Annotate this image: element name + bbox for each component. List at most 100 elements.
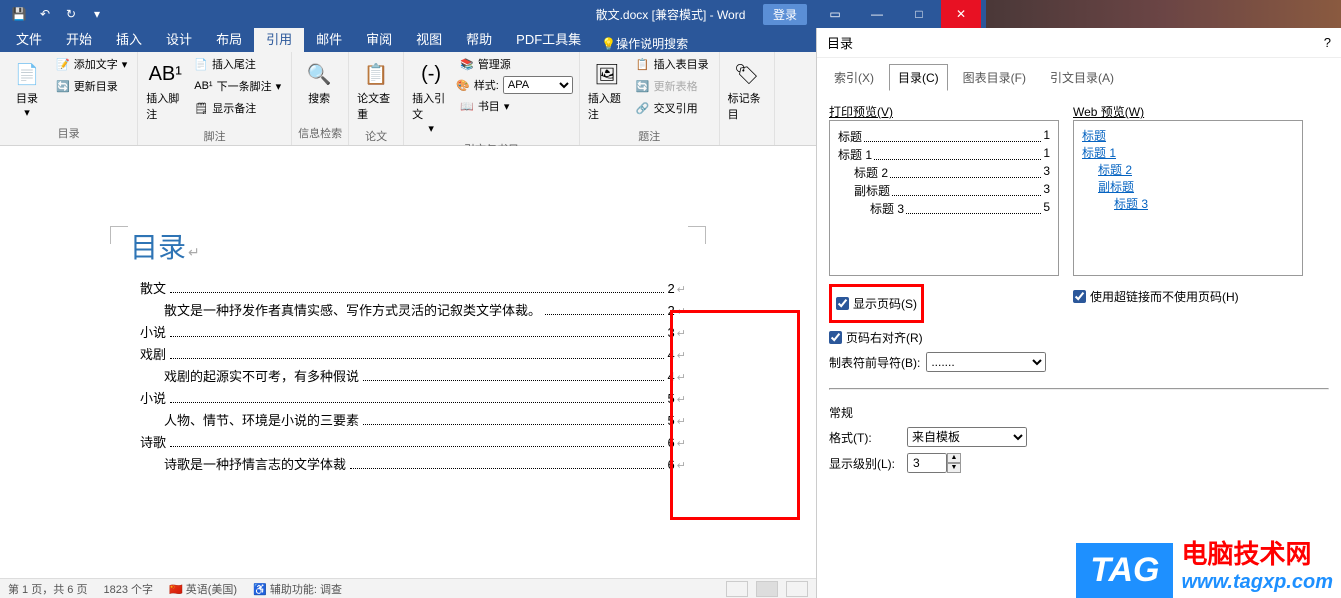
style-icon: 🎨 [456, 79, 470, 92]
format-select[interactable]: 来自模板 [907, 427, 1027, 447]
insert-citation-button[interactable]: (-) 插入引文 ▾ [410, 54, 452, 139]
levels-input[interactable] [907, 453, 947, 473]
right-align-option[interactable]: 页码右对齐(R) [829, 329, 1059, 346]
dtab-index[interactable]: 索引(X) [825, 64, 883, 91]
tab-leader-label: 制表符前导符(B): [829, 354, 920, 371]
document-page: 目录 散文2散文是一种抒发作者真情实感、写作方式灵活的记叙类文学体裁。2小说3戏… [110, 166, 706, 496]
spinner-down-icon[interactable]: ▼ [947, 463, 961, 473]
status-page[interactable]: 第 1 页，共 6 页 [8, 581, 87, 597]
search-button[interactable]: 🔍 搜索 [298, 54, 340, 110]
print-preview-label: 打印预览(V) [829, 103, 1059, 120]
insert-caption-button[interactable]: 🖼 插入题注 [586, 54, 628, 126]
view-print-icon[interactable] [756, 581, 778, 597]
login-button[interactable]: 登录 [763, 4, 807, 25]
group-footnote-label: 脚注 [144, 126, 285, 146]
group-caption-label: 题注 [586, 126, 713, 146]
minimize-icon[interactable]: — [857, 0, 897, 28]
use-hyperlinks-checkbox[interactable] [1073, 290, 1086, 303]
toc-entry: 戏剧4 [130, 344, 686, 363]
dtab-citations[interactable]: 引文目录(A) [1041, 64, 1123, 91]
toc-entry: 戏剧的起源实不可考，有多种假说4 [130, 366, 686, 385]
update-toc-button[interactable]: 🔄更新目录 [52, 76, 131, 96]
spinner-up-icon[interactable]: ▲ [947, 453, 961, 463]
general-section-label: 常规 [829, 404, 1329, 421]
web-preview-label: Web 预览(W) [1073, 103, 1303, 120]
tab-mailings[interactable]: 邮件 [304, 25, 354, 52]
redo-icon[interactable]: ↻ [60, 3, 82, 25]
web-preview-link[interactable]: 标题 1 [1082, 144, 1294, 161]
insert-table-figures-button[interactable]: 📋插入表目录 [632, 54, 713, 74]
dialog-tabs: 索引(X) 目录(C) 图表目录(F) 引文目录(A) [817, 58, 1341, 97]
web-preview-link[interactable]: 标题 3 [1082, 195, 1294, 212]
chevron-down-icon: ▾ [428, 122, 434, 135]
tab-help[interactable]: 帮助 [454, 25, 504, 52]
manage-sources-button[interactable]: 📚管理源 [456, 54, 573, 74]
web-preview-link[interactable]: 标题 [1082, 127, 1294, 144]
cross-reference-button[interactable]: 🔗交叉引用 [632, 98, 713, 118]
tab-review[interactable]: 审阅 [354, 25, 404, 52]
show-notes-button[interactable]: 🗒显示备注 [190, 98, 285, 118]
use-hyperlinks-option[interactable]: 使用超链接而不使用页码(H) [1073, 288, 1303, 305]
dialog-help-button[interactable]: ? [1324, 35, 1331, 50]
print-preview-line: 副标题3 [838, 182, 1050, 199]
status-a11y[interactable]: ♿ 辅助功能: 调查 [253, 581, 342, 597]
tab-layout[interactable]: 布局 [204, 25, 254, 52]
tab-file[interactable]: 文件 [4, 25, 54, 52]
watermark-url: www.tagxp.com [1181, 571, 1333, 594]
manage-sources-icon: 📚 [460, 58, 474, 71]
undo-icon[interactable]: ↶ [34, 3, 56, 25]
similarity-button[interactable]: 📋 论文查重 [355, 54, 397, 126]
toc-dialog: 目录 ? 索引(X) 目录(C) 图表目录(F) 引文目录(A) 打印预览(V)… [816, 28, 1341, 598]
show-page-numbers-option[interactable]: 显示页码(S) [836, 295, 917, 312]
tab-pdf[interactable]: PDF工具集 [504, 25, 593, 52]
levels-label: 显示级别(L): [829, 455, 899, 472]
status-words[interactable]: 1823 个字 [103, 581, 153, 597]
bibliography-button[interactable]: 📖书目 ▾ [456, 96, 573, 116]
toc-button[interactable]: 📄 目录 ▾ [6, 54, 48, 123]
print-preview-box: 标题1标题 11标题 23副标题3标题 35 [829, 120, 1059, 276]
maximize-icon[interactable]: □ [899, 0, 939, 28]
qat-dropdown-icon[interactable]: ▾ [86, 3, 108, 25]
dialog-title: 目录 [827, 33, 853, 52]
view-web-icon[interactable] [786, 581, 808, 597]
tell-me-search[interactable]: 💡 操作说明搜索 [601, 35, 688, 52]
mark-entry-button[interactable]: 🏷 标记条目 [726, 54, 768, 126]
tab-view[interactable]: 视图 [404, 25, 454, 52]
status-lang[interactable]: 🇨🇳 英语(美国) [169, 581, 237, 597]
web-preview-link[interactable]: 标题 2 [1082, 161, 1294, 178]
tab-leader-select[interactable]: ....... [926, 352, 1046, 372]
print-preview-line: 标题 23 [838, 164, 1050, 181]
tab-insert[interactable]: 插入 [104, 25, 154, 52]
levels-spinner[interactable]: ▲ ▼ [907, 453, 961, 473]
view-read-icon[interactable] [726, 581, 748, 597]
format-label: 格式(T): [829, 429, 899, 446]
toc-entry: 散文2 [130, 278, 686, 297]
tab-references[interactable]: 引用 [254, 25, 304, 52]
right-align-checkbox[interactable] [829, 331, 842, 344]
similarity-icon: 📋 [360, 58, 392, 90]
statusbar: 第 1 页，共 6 页 1823 个字 🇨🇳 英语(美国) ♿ 辅助功能: 调查 [0, 578, 816, 598]
cross-ref-icon: 🔗 [636, 102, 650, 115]
save-icon[interactable]: 💾 [8, 3, 30, 25]
close-icon[interactable]: ✕ [941, 0, 981, 28]
citation-icon: (-) [415, 58, 447, 90]
citation-style-select[interactable]: APA [503, 76, 573, 94]
group-paper-label: 论文 [355, 126, 397, 146]
insert-footnote-button[interactable]: AB¹ 插入脚注 [144, 54, 186, 126]
toc-entry: 散文是一种抒发作者真情实感、写作方式灵活的记叙类文学体裁。2 [130, 300, 686, 319]
dtab-figures[interactable]: 图表目录(F) [954, 64, 1035, 91]
web-preview-link[interactable]: 副标题 [1082, 178, 1294, 195]
watermark-tag: TAG [1076, 543, 1173, 598]
ribbon-options-icon[interactable]: ▭ [815, 0, 855, 28]
tab-home[interactable]: 开始 [54, 25, 104, 52]
toc-entry: 小说3 [130, 322, 686, 341]
add-text-button[interactable]: 📝添加文字 ▾ [52, 54, 131, 74]
next-footnote-button[interactable]: AB¹下一条脚注 ▾ [190, 76, 285, 96]
document-canvas[interactable]: 目录 散文2散文是一种抒发作者真情实感、写作方式灵活的记叙类文学体裁。2小说3戏… [0, 146, 816, 578]
caption-icon: 🖼 [591, 58, 623, 90]
show-page-numbers-checkbox[interactable] [836, 297, 849, 310]
dtab-toc[interactable]: 目录(C) [889, 64, 948, 91]
insert-endnote-button[interactable]: 📄插入尾注 [190, 54, 285, 74]
tab-design[interactable]: 设计 [154, 25, 204, 52]
web-preview-box: 标题标题 1标题 2副标题标题 3 [1073, 120, 1303, 276]
